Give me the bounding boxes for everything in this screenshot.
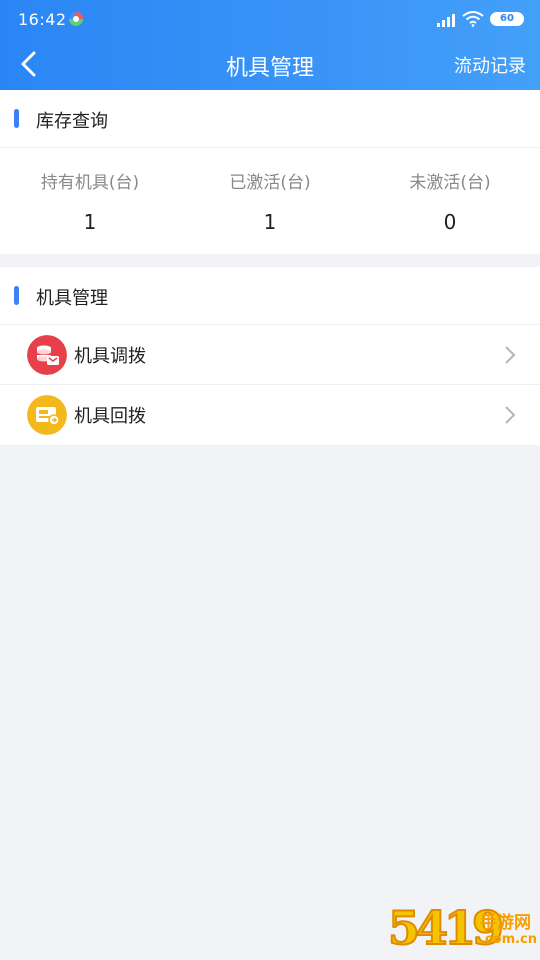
app-icon [69, 12, 83, 26]
menu-item-transfer-label: 机具调拨 [74, 346, 146, 367]
watermark-text: 手游网 [480, 913, 531, 933]
signal-icon [437, 14, 455, 27]
app-header: 16:42 60 机具管理 流动记录 [0, 0, 540, 90]
stat-held-label: 持有机具(台) [40, 173, 140, 193]
section-accent-bar [14, 286, 19, 305]
status-time: 16:42 [18, 10, 67, 29]
chevron-right-icon [505, 346, 516, 364]
stat-activated-label: 已激活(台) [229, 173, 311, 193]
watermark-domain: .com.cn [480, 932, 538, 947]
management-section-header: 机具管理 [0, 267, 540, 325]
management-section: 机具管理 机具调拨 机具回拨 [0, 267, 540, 445]
management-section-title: 机具管理 [36, 288, 108, 309]
chevron-right-icon [505, 406, 516, 424]
return-icon [27, 395, 67, 435]
menu-item-return[interactable]: 机具回拨 [0, 385, 540, 445]
inventory-section: 库存查询 持有机具(台) 1 已激活(台) 1 未激活(台) 0 [0, 90, 540, 254]
inventory-section-header: 库存查询 [0, 90, 540, 148]
stat-activated-value: 1 [263, 210, 277, 234]
nav-bar: 机具管理 流动记录 [0, 38, 540, 90]
site-watermark: 5419 手游网 .com.cn [384, 900, 540, 960]
inventory-section-title: 库存查询 [36, 111, 108, 132]
battery-indicator: 60 [490, 12, 524, 26]
status-bar: 16:42 60 [0, 0, 540, 38]
menu-item-transfer[interactable]: 机具调拨 [0, 325, 540, 385]
section-accent-bar [14, 109, 19, 128]
stat-inactive-label: 未激活(台) [409, 173, 491, 193]
wifi-icon [462, 11, 484, 27]
chevron-left-icon[interactable] [12, 46, 48, 82]
stat-held-value: 1 [83, 210, 97, 234]
flow-record-link[interactable]: 流动记录 [454, 52, 526, 78]
inventory-stats: 持有机具(台) 1 已激活(台) 1 未激活(台) 0 [0, 148, 540, 253]
transfer-icon [27, 335, 67, 375]
stat-inactive-value: 0 [443, 210, 457, 234]
menu-item-return-label: 机具回拨 [74, 406, 146, 427]
